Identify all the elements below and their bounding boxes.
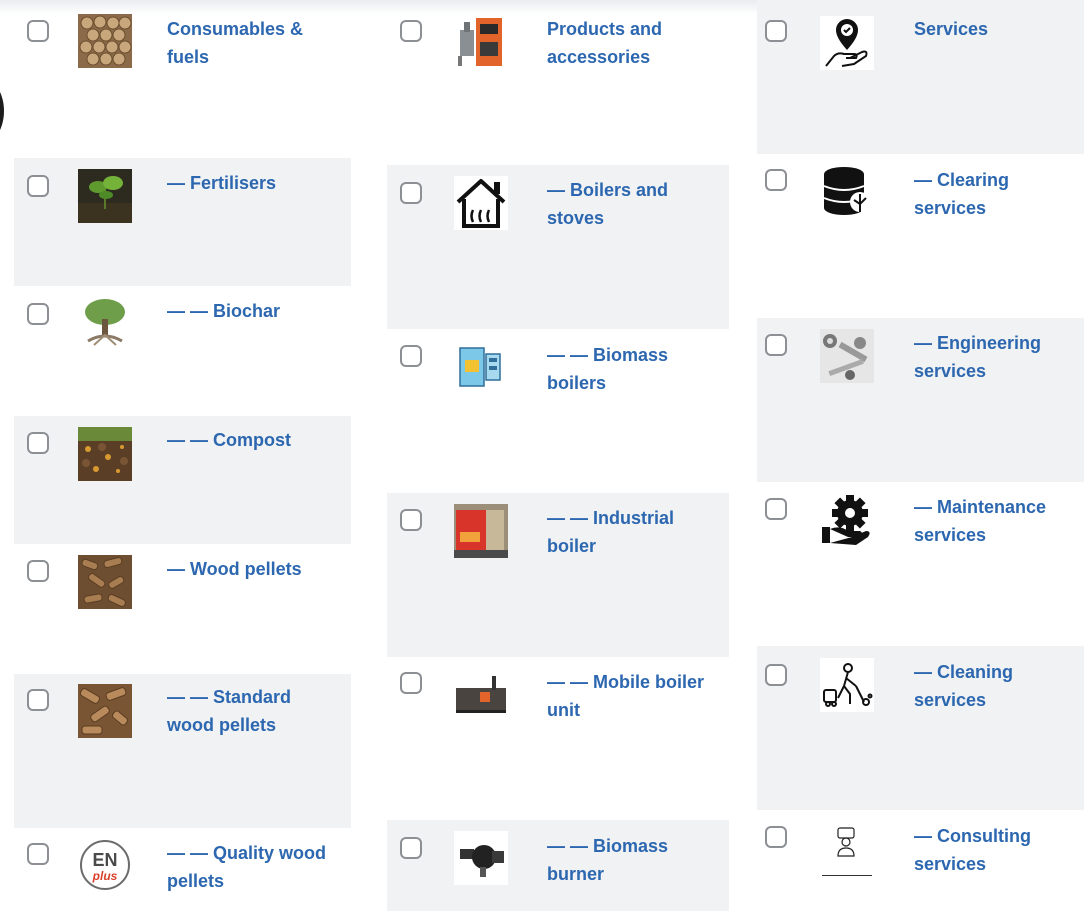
category-link[interactable]: — — Biomass boilers (547, 341, 717, 397)
cleaning-person-icon (820, 658, 874, 712)
category-checkbox[interactable] (400, 345, 422, 367)
consultant-icon (820, 824, 874, 878)
category-checkbox[interactable] (27, 175, 49, 197)
category-checkbox[interactable] (765, 20, 787, 42)
category-checkbox[interactable] (765, 664, 787, 686)
category-column-3: Services — Clearing services — Engineeri… (757, 0, 1084, 911)
category-column-1: Consumables & fuels — Fertilisers — — Bi… (14, 0, 351, 911)
category-link[interactable]: — — Quality wood pellets (167, 839, 337, 895)
firewood-logs-icon (78, 14, 132, 68)
gear-hand-icon (820, 493, 874, 547)
category-row: — Boilers and stoves (387, 165, 729, 329)
category-row: — Clearing services (757, 154, 1084, 318)
category-link[interactable]: — — Compost (167, 426, 337, 454)
burner-icon (454, 831, 508, 885)
category-row: — Engineering services (757, 318, 1084, 482)
category-link[interactable]: — Wood pellets (167, 555, 337, 583)
category-checkbox[interactable] (27, 432, 49, 454)
category-link[interactable]: — Maintenance services (914, 493, 1064, 549)
category-row: — — Industrial boiler (387, 493, 729, 657)
compost-soil-icon (78, 427, 132, 481)
category-checkbox[interactable] (765, 334, 787, 356)
category-row: Services (757, 0, 1084, 154)
biomass-boiler-icon (454, 340, 508, 394)
category-checkbox[interactable] (27, 560, 49, 582)
boiler-unit-icon (454, 14, 508, 68)
category-column-2: Products and accessories — Boilers and s… (387, 0, 729, 911)
category-row: — Wood pellets (14, 544, 351, 674)
engineering-tools-icon (820, 329, 874, 383)
svg-text:EN: EN (92, 850, 117, 870)
mobile-boiler-icon (454, 666, 508, 720)
category-row: — — Biomass boilers (387, 329, 729, 493)
category-link[interactable]: Products and accessories (547, 15, 717, 71)
category-row: — — Mobile boiler unit (387, 657, 729, 820)
category-row: — Maintenance services (757, 482, 1084, 646)
category-link[interactable]: Services (914, 15, 1064, 43)
category-row: EN plus — — Quality wood pellets (14, 828, 351, 911)
plant-sprout-icon (78, 169, 132, 223)
industrial-boiler-icon (454, 504, 508, 558)
category-link[interactable]: — Consulting services (914, 822, 1064, 878)
category-row: — Fertilisers (14, 158, 351, 286)
category-link[interactable]: Consumables & fuels (167, 15, 337, 71)
category-checkbox[interactable] (27, 843, 49, 865)
category-row: — — Biochar (14, 286, 351, 416)
category-link[interactable]: — — Biochar (167, 297, 337, 325)
category-checkbox[interactable] (400, 837, 422, 859)
category-checkbox[interactable] (765, 169, 787, 191)
category-checkbox[interactable] (27, 689, 49, 711)
enplus-logo-icon: EN plus (78, 838, 132, 892)
category-checkbox[interactable] (27, 303, 49, 325)
category-row: Products and accessories (387, 0, 729, 165)
biochar-tree-icon (78, 297, 132, 351)
category-checkbox[interactable] (400, 182, 422, 204)
category-link[interactable]: — Cleaning services (914, 658, 1064, 714)
category-link[interactable]: — — Standard wood pellets (167, 683, 337, 739)
wood-pellets-icon (78, 684, 132, 738)
category-checkbox[interactable] (400, 672, 422, 694)
category-checkbox[interactable] (27, 20, 49, 42)
category-link[interactable]: — Clearing services (914, 166, 1064, 222)
category-checkbox[interactable] (400, 20, 422, 42)
clearing-database-icon (820, 164, 874, 218)
category-row: — — Biomass burner (387, 820, 729, 911)
category-link[interactable]: — Engineering services (914, 329, 1064, 385)
category-checkbox[interactable] (765, 826, 787, 848)
category-row: — — Compost (14, 416, 351, 544)
category-row: — Consulting services (757, 810, 1084, 911)
category-link[interactable]: — Fertilisers (167, 169, 337, 197)
category-checkbox[interactable] (765, 498, 787, 520)
partial-circle-button[interactable] (0, 78, 4, 144)
category-link[interactable]: — — Industrial boiler (547, 504, 717, 560)
category-link[interactable]: — — Mobile boiler unit (547, 668, 717, 724)
svg-text:plus: plus (92, 869, 118, 883)
house-heating-icon (454, 176, 508, 230)
category-row: Consumables & fuels (14, 0, 351, 158)
category-checkbox[interactable] (400, 509, 422, 531)
category-link[interactable]: — — Biomass burner (547, 832, 717, 888)
category-row: — Cleaning services (757, 646, 1084, 810)
wood-pellets-icon (78, 555, 132, 609)
category-row: — — Standard wood pellets (14, 674, 351, 828)
hand-service-icon (820, 16, 874, 70)
category-link[interactable]: — Boilers and stoves (547, 176, 717, 232)
